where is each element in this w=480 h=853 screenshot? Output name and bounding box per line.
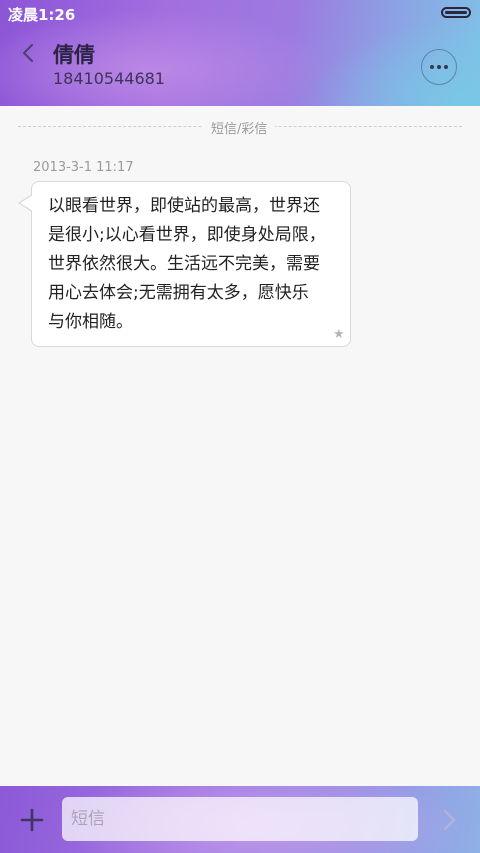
chevron-right-icon — [443, 809, 456, 831]
contact-number: 18410544681 — [53, 69, 165, 88]
battery-icon — [441, 7, 471, 18]
contact-name: 倩倩 — [53, 43, 95, 67]
message-timestamp: 2013-3-1 11:17 — [33, 160, 134, 175]
chevron-left-icon — [23, 44, 33, 62]
plus-icon — [20, 808, 44, 832]
more-options-button[interactable] — [421, 49, 457, 85]
bubble-tail-fill — [20, 195, 33, 211]
star-icon: ★ — [333, 327, 345, 342]
thread-type-label: 短信/彩信 — [203, 118, 276, 137]
add-attachment-button[interactable] — [17, 805, 47, 835]
message-text: 以眼看世界，即使站的最高，世界还 是很小;以心看世界，即使身处局限， 世界依然很… — [48, 196, 326, 332]
sms-input[interactable] — [62, 797, 418, 841]
back-button[interactable] — [12, 38, 44, 70]
send-button[interactable] — [436, 805, 464, 835]
status-bar-time: 凌晨1:26 — [8, 6, 76, 24]
